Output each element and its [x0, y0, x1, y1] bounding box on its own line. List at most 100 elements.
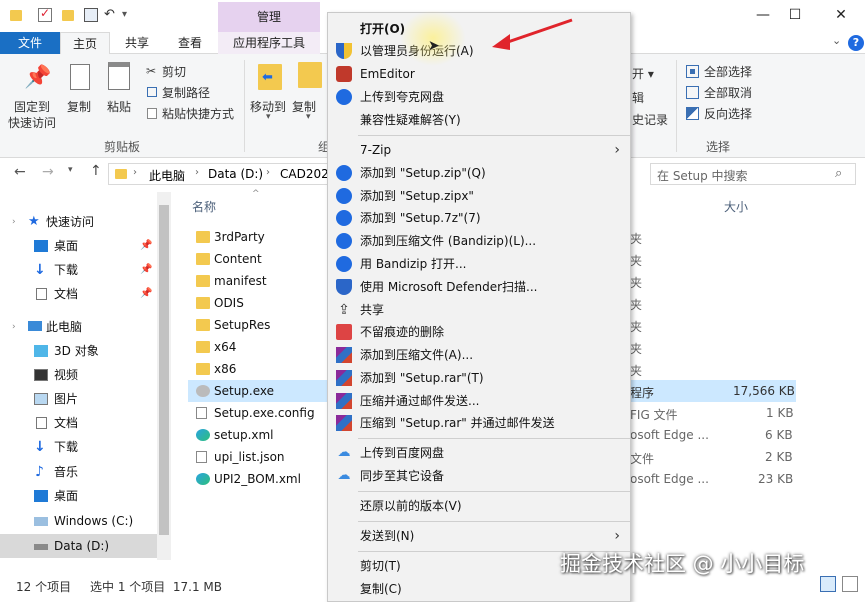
nav-item-downloads[interactable]: ↓ 下载 📌 [0, 258, 158, 282]
new-folder-icon[interactable] [62, 10, 74, 21]
breadcrumb-this-pc[interactable]: 此电脑 [149, 167, 185, 184]
pin-quick-access-label-2[interactable]: 快速访问 [8, 114, 56, 131]
chevron-right-icon[interactable]: › [266, 167, 270, 178]
invert-selection-icon[interactable] [686, 107, 699, 120]
menu-item-compress-email[interactable]: 压缩并通过邮件发送... [328, 390, 630, 412]
menu-item-add-7z[interactable]: 添加到 "Setup.7z"(7) [328, 207, 630, 229]
edit-button-partial[interactable]: 辑 [632, 89, 644, 106]
large-icons-view-icon[interactable] [842, 576, 858, 592]
copy-to-button[interactable]: 复制 [292, 98, 316, 115]
column-header-size[interactable]: 大小 [724, 198, 748, 215]
menu-item-defender-scan[interactable]: 使用 Microsoft Defender扫描... [328, 276, 630, 298]
nav-item-data-d[interactable]: Data (D:) [0, 534, 158, 558]
file-row-upi-list-json[interactable]: upi_list.json [188, 446, 328, 468]
menu-item-open-bandizip[interactable]: 用 Bandizip 打开... [328, 253, 630, 275]
nav-item-desktop-pc[interactable]: 桌面 [0, 484, 158, 508]
menu-item-open[interactable]: 打开(O) [328, 18, 630, 40]
menu-item-upload-baidu[interactable]: ☁ 上传到百度网盘 [328, 442, 630, 464]
menu-item-restore-versions[interactable]: 还原以前的版本(V) [328, 495, 630, 517]
paste-icon[interactable] [108, 62, 130, 90]
file-row-x64[interactable]: x64 [188, 336, 328, 358]
chevron-right-icon[interactable]: › [133, 167, 137, 178]
invert-selection-button[interactable]: 反向选择 [704, 105, 752, 122]
preview-pane-icon[interactable] [84, 8, 98, 22]
select-all-icon[interactable] [686, 65, 699, 78]
chevron-right-icon[interactable]: › [12, 315, 16, 339]
nav-item-downloads-pc[interactable]: ↓ 下载 [0, 435, 158, 459]
breadcrumb-cad-folder[interactable]: CAD202 [280, 167, 329, 181]
copy-to-folder-icon[interactable] [298, 62, 322, 88]
file-row-setup-xml[interactable]: setup.xml [188, 424, 328, 446]
collapse-ribbon-icon[interactable]: ⌄ [832, 34, 841, 47]
menu-item-add-archive[interactable]: 添加到压缩文件(A)... [328, 344, 630, 366]
menu-item-send-to[interactable]: 发送到(N) › [328, 525, 630, 547]
tab-app-tools[interactable]: 应用程序工具 [218, 32, 320, 54]
nav-item-music[interactable]: ♪ 音乐 [0, 460, 158, 484]
file-row-content[interactable]: Content [188, 248, 328, 270]
move-to-folder-icon[interactable]: ⬅ [258, 64, 282, 90]
open-dropdown-button[interactable]: 开 ▾ [632, 65, 654, 82]
scissors-icon[interactable]: ✂ [146, 64, 156, 78]
file-row-odis[interactable]: ODIS [188, 292, 328, 314]
chevron-right-icon[interactable]: › [195, 167, 199, 178]
tab-home[interactable]: 主页 [60, 32, 110, 55]
up-arrow-icon[interactable]: ↑ [90, 163, 102, 179]
nav-item-windows-c[interactable]: Windows (C:) [0, 509, 158, 533]
menu-item-add-zip[interactable]: 添加到 "Setup.zip"(Q) [328, 162, 630, 184]
properties-checkbox-icon[interactable]: ✓ [38, 6, 52, 22]
customize-toolbar-icon[interactable]: ▾ [122, 8, 136, 22]
column-header-name[interactable]: 名称 [192, 198, 216, 215]
address-bar[interactable]: › 此电脑 › Data (D:) › CAD202 [108, 163, 336, 185]
pin-icon[interactable]: 📌 [140, 234, 152, 258]
maximize-button[interactable]: ☐ [780, 4, 810, 26]
menu-item-compatibility[interactable]: 兼容性疑难解答(Y) [328, 109, 630, 131]
menu-item-upload-quark[interactable]: 上传到夸克网盘 [328, 86, 630, 108]
recent-locations-icon[interactable]: ▾ [68, 165, 73, 175]
tab-view[interactable]: 查看 [165, 32, 215, 54]
nav-item-3d-objects[interactable]: 3D 对象 [0, 339, 158, 363]
nav-item-desktop[interactable]: 桌面 📌 [0, 234, 158, 258]
search-box[interactable]: 在 Setup 中搜索 ⌕ [650, 163, 856, 185]
menu-item-compress-rar-email[interactable]: 压缩到 "Setup.rar" 并通过邮件发送 [328, 412, 630, 434]
file-row-3rdparty[interactable]: 3rdParty [188, 226, 328, 248]
paste-button[interactable]: 粘贴 [107, 98, 131, 115]
file-row-setup-exe-config[interactable]: Setup.exe.config [188, 402, 328, 424]
select-none-icon[interactable] [686, 86, 699, 99]
chevron-down-icon[interactable]: › [12, 210, 16, 234]
file-row-upi2-bom-xml[interactable]: UPI2_BOM.xml [188, 468, 328, 490]
select-none-button[interactable]: 全部取消 [704, 84, 752, 101]
nav-item-quick-access[interactable]: › ★ 快速访问 [0, 210, 158, 234]
tab-share[interactable]: 共享 [113, 32, 161, 54]
menu-item-share[interactable]: ⇪ 共享 [328, 299, 630, 321]
pin-icon[interactable]: 📌 [140, 282, 152, 306]
details-view-icon[interactable] [820, 576, 836, 592]
nav-scrollbar-thumb[interactable] [159, 205, 169, 535]
file-row-setupres[interactable]: SetupRes [188, 314, 328, 336]
menu-item-sync-devices[interactable]: ☁ 同步至其它设备 [328, 465, 630, 487]
close-button[interactable]: ✕ [826, 4, 856, 26]
file-row-setup-exe[interactable]: Setup.exe [188, 380, 328, 402]
paste-shortcut-button[interactable]: 粘贴快捷方式 [162, 105, 234, 122]
menu-item-emeditor[interactable]: EmEditor [328, 63, 630, 85]
history-button-partial[interactable]: 史记录 [632, 111, 668, 128]
pin-icon[interactable]: 📌 [24, 66, 51, 90]
nav-item-documents[interactable]: 文档 📌 [0, 282, 158, 306]
nav-item-documents-pc[interactable]: 文档 [0, 411, 158, 435]
menu-item-run-as-admin[interactable]: 以管理员身份运行(A) [328, 40, 630, 62]
copy-to-dropdown-icon[interactable]: ▾ [306, 112, 311, 122]
search-icon[interactable]: ⌕ [835, 166, 842, 181]
copy-icon[interactable] [70, 64, 90, 90]
file-row-manifest[interactable]: manifest [188, 270, 328, 292]
select-all-button[interactable]: 全部选择 [704, 63, 752, 80]
help-icon[interactable]: ? [848, 35, 864, 51]
search-placeholder[interactable]: 在 Setup 中搜索 [657, 167, 748, 184]
move-to-dropdown-icon[interactable]: ▾ [266, 112, 271, 122]
copy-button[interactable]: 复制 [67, 98, 91, 115]
file-row-x86[interactable]: x86 [188, 358, 328, 380]
nav-item-pictures[interactable]: 图片 [0, 387, 158, 411]
tab-file[interactable]: 文件 [0, 32, 60, 54]
menu-item-add-rar[interactable]: 添加到 "Setup.rar"(T) [328, 367, 630, 389]
nav-item-videos[interactable]: 视频 [0, 363, 158, 387]
copy-path-icon[interactable] [147, 87, 157, 97]
menu-item-7zip[interactable]: 7-Zip › [328, 139, 630, 161]
